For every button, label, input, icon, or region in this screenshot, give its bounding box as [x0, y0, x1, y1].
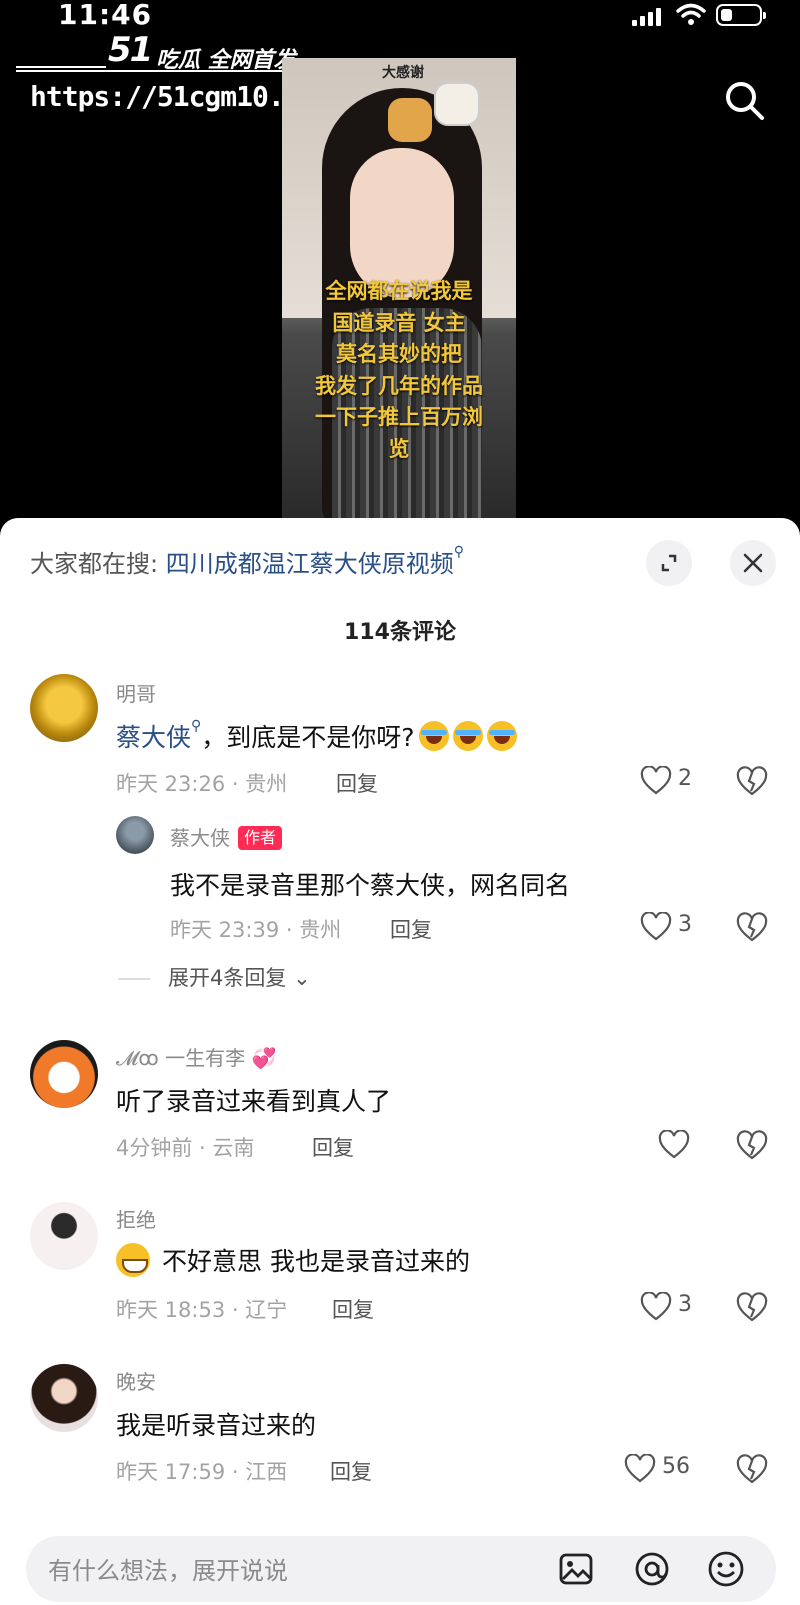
reply-button[interactable]: 回复 — [332, 1294, 374, 1324]
signal-icon — [632, 8, 662, 26]
like-button[interactable]: 56 — [624, 1452, 714, 1486]
emoji-icon[interactable] — [706, 1549, 746, 1589]
caption-line: 全网都在说我是 — [325, 279, 473, 303]
broken-heart-icon[interactable] — [736, 912, 768, 944]
avatar[interactable] — [30, 674, 98, 742]
expand-replies-label: 展开4条回复 ⌄ — [168, 966, 311, 990]
comment-author[interactable]: 拒绝 — [116, 1204, 156, 1233]
watermark-divider — [16, 66, 306, 72]
like-count: 3 — [678, 912, 692, 937]
reply-author-name: 蔡大侠 — [170, 826, 230, 850]
expand-replies-button[interactable]: 展开4条回复 ⌄ — [118, 962, 378, 1002]
heart-icon — [624, 1454, 656, 1483]
status-bar: 11:46 — [0, 0, 800, 32]
caption-line: 国道录音 女主 — [332, 310, 466, 335]
broken-heart-icon[interactable] — [736, 766, 768, 798]
like-button[interactable] — [658, 1128, 748, 1162]
laughing-crying-emoji-icon — [486, 721, 517, 751]
comment-sheet: 大家都在搜: 四川成都温江蔡大侠原视频⚲ 114条评论 明哥 蔡大侠⚲，到底是不… — [0, 518, 800, 1605]
bear-sticker-icon — [388, 98, 432, 142]
video-player[interactable]: 大感谢 全网都在说我是 国道录音 女主 莫名其妙的把 我发了几年的作品 一下子推… — [282, 58, 516, 518]
reply-meta: 昨天 23:39 · 贵州 — [170, 918, 342, 942]
caption-line: 览 — [388, 436, 410, 461]
search-icon: ⚲ — [191, 718, 202, 734]
avatar[interactable] — [116, 816, 154, 854]
comment-text: 不好意思 我也是录音过来的 — [116, 1242, 470, 1278]
status-time: 11:46 — [58, 0, 153, 31]
hot-search[interactable]: 大家都在搜: 四川成都温江蔡大侠原视频⚲ — [30, 544, 464, 579]
heart-icon — [640, 1292, 672, 1321]
comment-meta: 4分钟前 · 云南 — [116, 1136, 255, 1160]
comment-author[interactable]: 晚安 — [116, 1366, 156, 1395]
battery-icon — [716, 4, 766, 26]
sparkling-heart-icon: 💞 — [251, 1046, 277, 1070]
like-count: 2 — [678, 766, 692, 791]
reply-text: 我不是录音里那个蔡大侠，网名同名 — [170, 871, 571, 900]
cat-sticker-icon — [434, 82, 480, 126]
battery-level — [721, 9, 732, 21]
laughing-crying-emoji-icon — [452, 721, 483, 751]
comment-meta: 昨天 17:59 · 江西 — [116, 1460, 288, 1484]
reply-author[interactable]: 蔡大侠 作者 — [170, 822, 283, 851]
reply-button[interactable]: 回复 — [312, 1132, 354, 1162]
comment-meta: 昨天 23:26 · 贵州 — [116, 772, 288, 796]
mention-link[interactable]: 蔡大侠 — [116, 723, 191, 752]
avatar[interactable] — [30, 1040, 98, 1108]
comment-author[interactable]: 𝓜ꝏ 一生有李 💞 — [116, 1042, 276, 1071]
grinning-emoji-icon — [116, 1243, 150, 1277]
reply-button[interactable]: 回复 — [330, 1456, 372, 1486]
video-sticker-text: 大感谢 — [382, 65, 424, 81]
heart-icon — [658, 1130, 690, 1159]
comment-text: 蔡大侠⚲，到底是不是你呀? — [116, 718, 517, 754]
like-button[interactable]: 3 — [640, 1290, 730, 1324]
image-icon[interactable] — [556, 1549, 596, 1589]
caption-line: 莫名其妙的把 — [336, 342, 462, 366]
chevron-down-icon: ⌄ — [293, 966, 311, 990]
comment-author[interactable]: 明哥 — [116, 678, 156, 707]
like-button[interactable]: 2 — [640, 764, 730, 798]
watermark-number: 51 — [108, 30, 153, 70]
like-count: 3 — [678, 1292, 692, 1317]
close-icon — [743, 553, 763, 573]
wifi-icon — [676, 3, 706, 25]
broken-heart-icon[interactable] — [736, 1130, 768, 1162]
watermark: 51 吃瓜 全网首发 https://51cgm10.com — [16, 30, 332, 120]
search-icon[interactable] — [722, 78, 766, 122]
hot-search-prefix: 大家都在搜: — [30, 550, 159, 578]
fullscreen-button[interactable] — [646, 540, 692, 586]
comment-count: 114条评论 — [344, 620, 456, 645]
author-badge: 作者 — [238, 826, 283, 850]
at-icon[interactable] — [632, 1549, 672, 1589]
hot-search-query[interactable]: 四川成都温江蔡大侠原视频 — [166, 550, 454, 578]
avatar[interactable] — [30, 1202, 98, 1270]
expand-divider — [118, 978, 150, 980]
broken-heart-icon[interactable] — [736, 1292, 768, 1324]
close-button[interactable] — [730, 540, 776, 586]
comment-text: 我是听录音过来的 — [116, 1411, 317, 1440]
reply-button[interactable]: 回复 — [390, 914, 432, 944]
laughing-crying-emoji-icon — [418, 721, 449, 751]
like-button[interactable]: 3 — [640, 910, 730, 944]
caption-line: 我发了几年的作品 — [315, 373, 483, 398]
broken-heart-icon[interactable] — [736, 1454, 768, 1486]
comment-input[interactable]: 有什么想法，展开说说 — [26, 1536, 776, 1602]
heart-icon — [640, 912, 672, 941]
comment-input-placeholder: 有什么想法，展开说说 — [48, 1557, 288, 1585]
heart-icon — [640, 766, 672, 795]
reply-button[interactable]: 回复 — [336, 768, 378, 798]
caption-line: 一下子推上百万浏 — [315, 405, 483, 429]
like-count: 56 — [662, 1454, 690, 1479]
video-caption: 全网都在说我是 国道录音 女主 莫名其妙的把 我发了几年的作品 一下子推上百万浏… — [282, 276, 516, 465]
search-icon: ⚲ — [453, 544, 464, 560]
comment-text: 听了录音过来看到真人了 — [116, 1087, 392, 1116]
comment-body: ，到底是不是你呀? — [201, 723, 415, 752]
fullscreen-icon — [661, 554, 677, 572]
avatar[interactable] — [30, 1364, 98, 1432]
comment-meta: 昨天 18:53 · 辽宁 — [116, 1298, 288, 1322]
